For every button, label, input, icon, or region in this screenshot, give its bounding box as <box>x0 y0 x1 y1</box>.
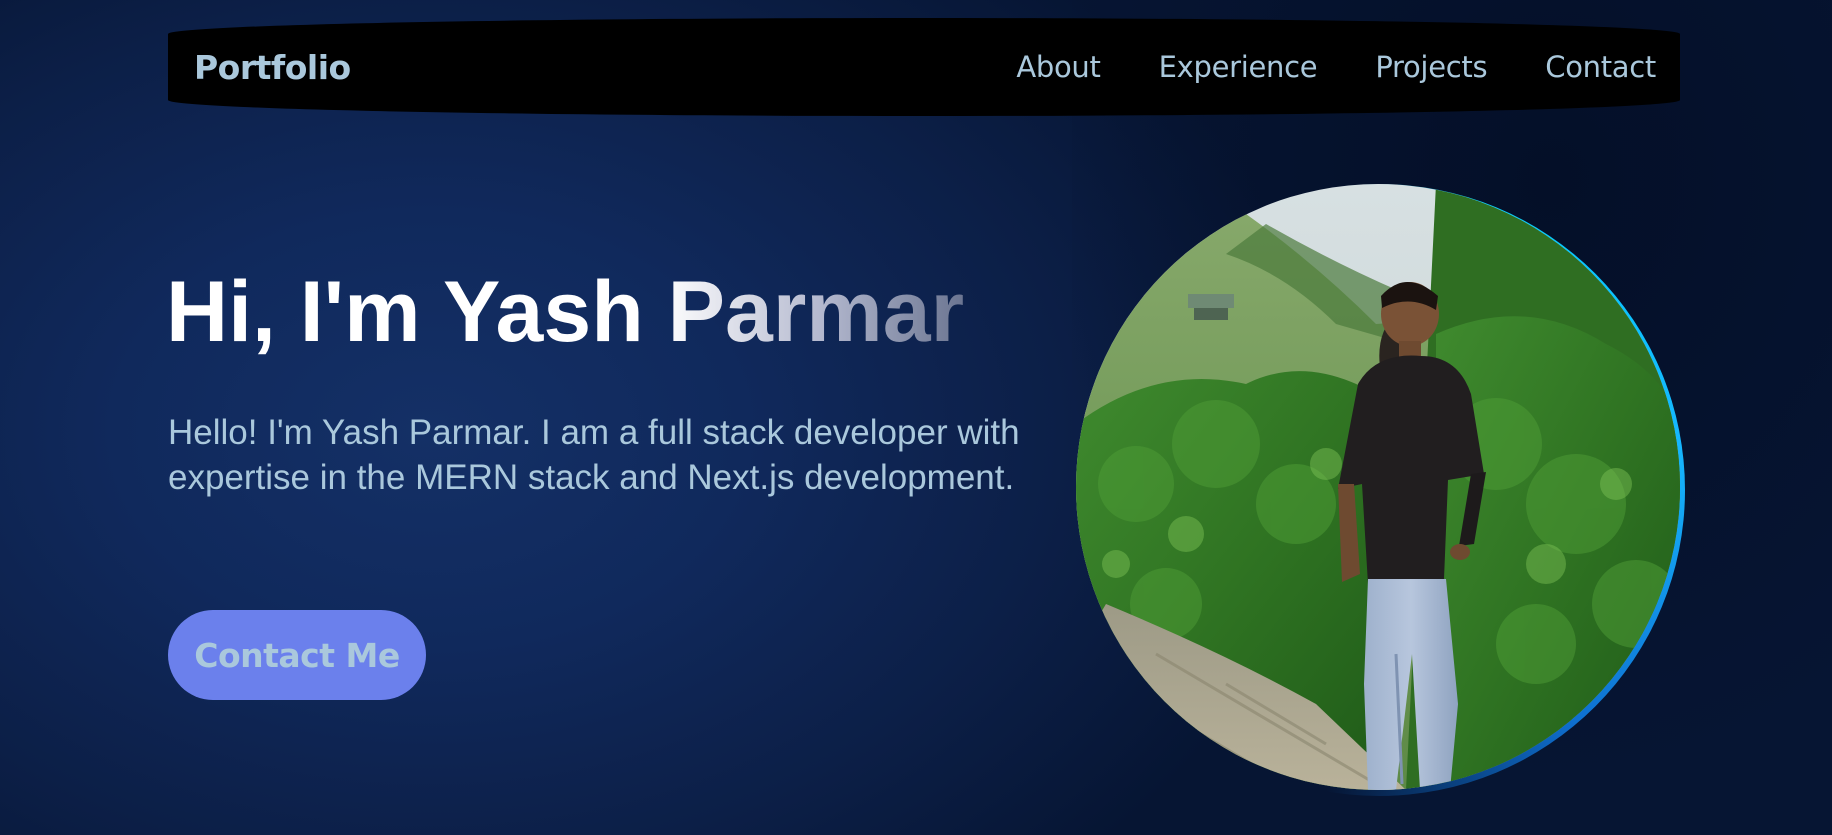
navbar: Portfolio About Experience Projects Cont… <box>168 18 1680 116</box>
nav-link-contact[interactable]: Contact <box>1545 50 1656 84</box>
hero-description: Hello! I'm Yash Parmar. I am a full stac… <box>168 413 1020 497</box>
contact-me-button[interactable]: Contact Me <box>168 610 426 700</box>
nav-link-projects[interactable]: Projects <box>1375 50 1487 84</box>
brand-logo[interactable]: Portfolio <box>194 48 351 87</box>
hero-title: Hi, I'm Yash Parmar <box>166 264 965 360</box>
nav-link-about[interactable]: About <box>1016 50 1101 84</box>
nav-link-experience[interactable]: Experience <box>1159 50 1318 84</box>
profile-photo <box>1076 184 1680 790</box>
nav-links: About Experience Projects Contact <box>1016 50 1656 84</box>
